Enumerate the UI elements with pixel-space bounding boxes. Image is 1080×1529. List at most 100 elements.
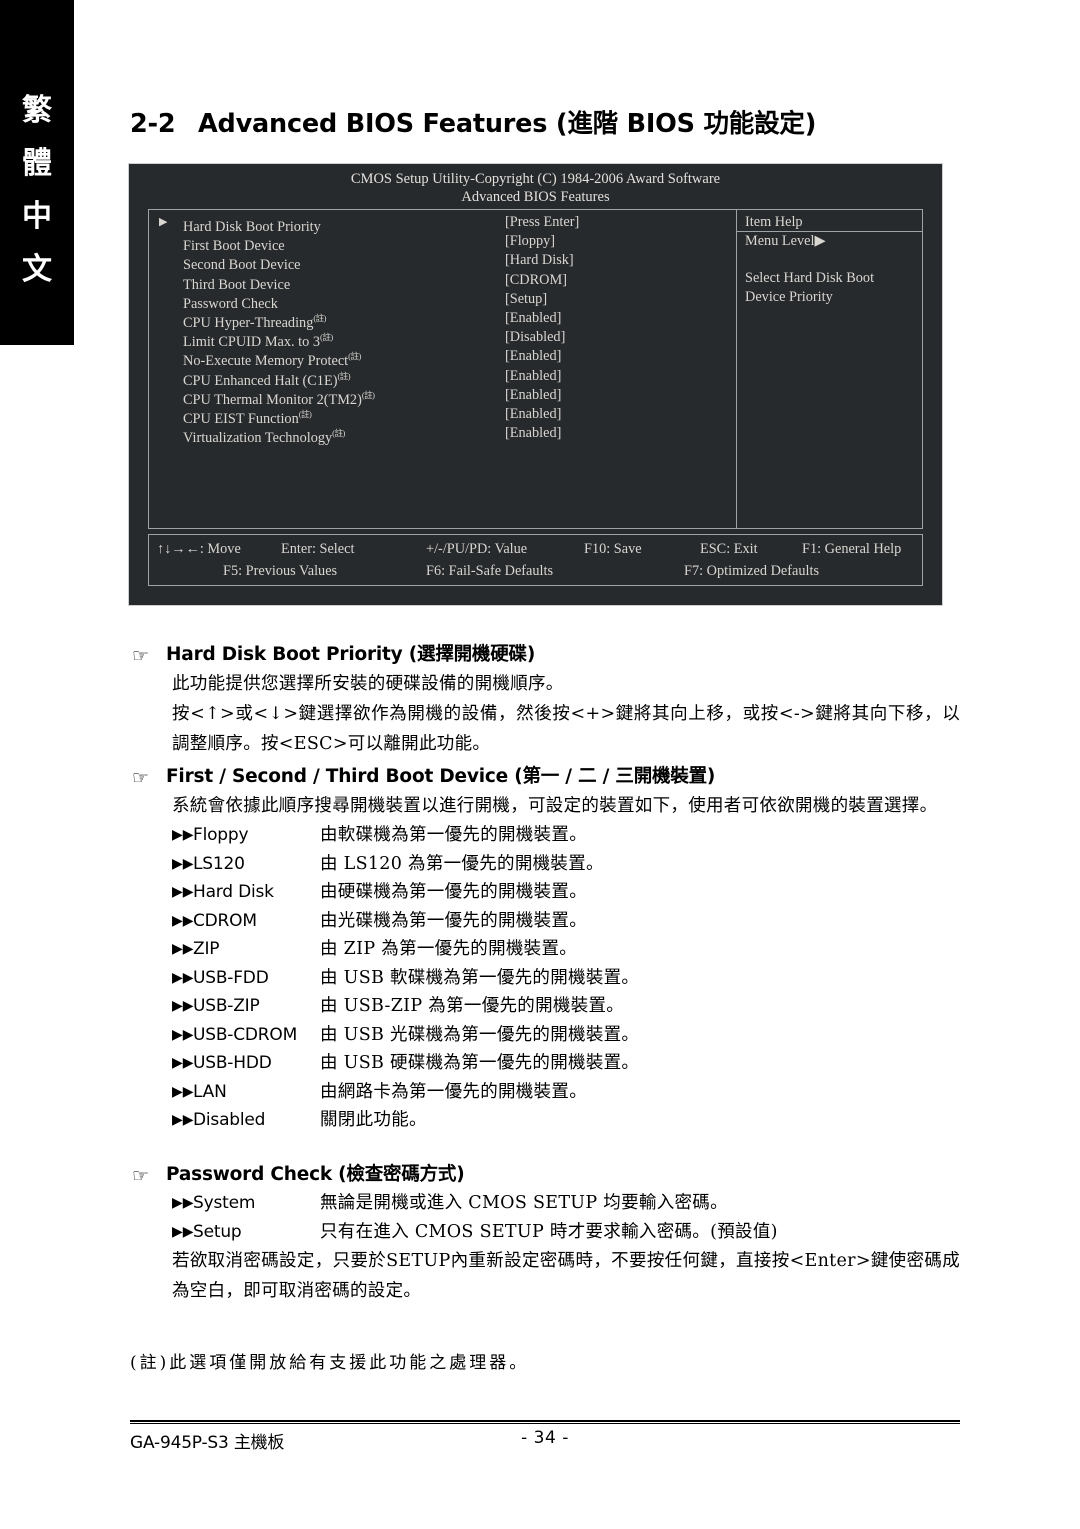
- pointing-hand-icon: ☞: [132, 645, 149, 667]
- double-arrow-icon: ▶▶: [172, 912, 194, 929]
- bios-settings-list: ▶ Hard Disk Boot Priority [Press Enter] …: [149, 210, 736, 528]
- key-f7-optimized: F7: Optimized Defaults: [684, 563, 820, 579]
- bios-item-value[interactable]: [CDROM]: [505, 271, 567, 290]
- section-paragraph: 若欲取消密碼設定，只要於SETUP內重新設定密碼時，不要按任何鍵，直接按<Ent…: [172, 1251, 960, 1301]
- bios-row[interactable]: First Boot Device [Floppy]: [149, 232, 736, 254]
- double-arrow-icon: ▶▶: [172, 998, 194, 1014]
- section-number: 2-2: [130, 109, 176, 139]
- bios-row[interactable]: CPU Hyper-Threading(註) [Enabled]: [149, 309, 736, 331]
- footer-page-number: - 34 -: [521, 1428, 569, 1448]
- bios-setup-screenshot: CMOS Setup Utility-Copyright (C) 1984-20…: [128, 163, 943, 606]
- tab-char-2: 體: [22, 146, 52, 181]
- bios-item-value[interactable]: [Enabled]: [505, 424, 561, 443]
- item-help-title: Item Help: [737, 213, 922, 232]
- language-tab-traditional-chinese: 繁 體 中 文: [0, 0, 74, 345]
- bios-row[interactable]: CPU EIST Function(註) [Enabled]: [149, 405, 736, 427]
- footnote-marker: (註): [332, 428, 345, 439]
- key-f5-previous: F5: Previous Values: [223, 563, 338, 579]
- option-name: Setup: [193, 1221, 242, 1242]
- bios-body: ▶ Hard Disk Boot Priority [Press Enter] …: [148, 209, 923, 529]
- section-heading-text: Hard Disk Boot Priority (選擇開機硬碟): [166, 644, 536, 665]
- option-name: CDROM: [193, 910, 257, 931]
- option-item: ▶▶ USB-HDD 由 USB 硬碟機為第一優先的開機裝置。: [130, 1049, 960, 1078]
- help-text-line: Device Priority: [745, 289, 833, 305]
- option-name: USB-FDD: [193, 967, 269, 988]
- page-title: 2-2 Advanced BIOS Features (進階 BIOS 功能設定): [130, 103, 960, 140]
- bios-row[interactable]: CPU Enhanced Halt (C1E)(註) [Enabled]: [149, 367, 736, 389]
- option-name: Hard Disk: [193, 882, 274, 902]
- tab-char-1: 繁: [22, 93, 52, 128]
- bios-item-help-panel: Item Help Menu Level▶ Select Hard Disk B…: [736, 210, 922, 528]
- option-description: 由 USB 光碟機為第一優先的開機裝置。: [320, 1024, 640, 1045]
- bios-item-value[interactable]: [Floppy]: [505, 232, 555, 251]
- key-move: ↑↓→←: Move: [157, 541, 241, 557]
- document-page: 繁 體 中 文 2-2 Advanced BIOS Features (進階 BI…: [0, 0, 1080, 1529]
- option-item: ▶▶ LAN 由網路卡為第一優先的開機裝置。: [130, 1078, 960, 1107]
- section-heading: ☞ Password Check (檢查密碼方式): [130, 1161, 960, 1189]
- bios-item-value[interactable]: [Enabled]: [505, 386, 561, 405]
- option-description: 由軟碟機為第一優先的開機裝置。: [320, 825, 587, 845]
- option-item: ▶▶ LS120 由 LS120 為第一優先的開機裝置。: [130, 850, 960, 879]
- option-description: 由光碟機為第一優先的開機裝置。: [320, 910, 587, 931]
- section-boot-device: ☞ First / Second / Third Boot Device (第一 …: [130, 763, 960, 1135]
- bios-item-value[interactable]: [Press Enter]: [505, 213, 579, 232]
- double-arrow-icon: ▶▶: [172, 1112, 194, 1128]
- option-item: ▶▶ USB-ZIP 由 USB-ZIP 為第一優先的開機裝置。: [130, 992, 960, 1021]
- option-item: ▶▶ ZIP 由 ZIP 為第一優先的開機裝置。: [130, 935, 960, 964]
- option-item: ▶▶ USB-CDROM 由 USB 光碟機為第一優先的開機裝置。: [130, 1021, 960, 1050]
- key-legend-row-1: ↑↓→←: Move Enter: Select +/-/PU/PD: Valu…: [149, 538, 922, 560]
- option-item: ▶▶ Disabled 關閉此功能。: [130, 1106, 960, 1135]
- bios-row[interactable]: Third Boot Device [CDROM]: [149, 271, 736, 293]
- bios-item-value[interactable]: [Enabled]: [505, 367, 561, 386]
- key-esc-exit: ESC: Exit: [700, 541, 758, 557]
- section-paragraph: 此功能提供您選擇所安裝的硬碟設備的開機順序。: [172, 674, 564, 694]
- bios-item-value[interactable]: [Enabled]: [505, 347, 561, 366]
- option-item: ▶▶ Setup 只有在進入 CMOS SETUP 時才要求輸入密碼。(預設值): [130, 1218, 960, 1247]
- option-description: 由 USB 硬碟機為第一優先的開機裝置。: [320, 1053, 640, 1073]
- option-item: ▶▶ USB-FDD 由 USB 軟碟機為第一優先的開機裝置。: [130, 964, 960, 993]
- bios-row[interactable]: Password Check [Setup]: [149, 290, 736, 312]
- option-item: ▶▶ System 無論是開機或進入 CMOS SETUP 均要輸入密碼。: [130, 1189, 960, 1218]
- bios-item-value[interactable]: [Setup]: [505, 290, 547, 309]
- bios-key-legend: ↑↓→←: Move Enter: Select +/-/PU/PD: Valu…: [148, 534, 923, 586]
- page-footer: GA-945P-S3 主機板 - 34 -: [130, 1428, 960, 1454]
- option-name: USB-ZIP: [193, 996, 260, 1016]
- bios-row[interactable]: Virtualization Technology(註) [Enabled]: [149, 424, 736, 446]
- option-item: ▶▶ Hard Disk 由硬碟機為第一優先的開機裝置。: [130, 878, 960, 907]
- section-paragraph: 按<↑>或<↓>鍵選擇欲作為開機的設備，然後按<+>鍵將其向上移，或按<->鍵將…: [172, 704, 960, 754]
- key-value: +/-/PU/PD: Value: [426, 541, 528, 557]
- bios-row[interactable]: CPU Thermal Monitor 2(TM2)(註) [Enabled]: [149, 386, 736, 408]
- tab-char-3: 中: [22, 199, 52, 234]
- key-f6-failsafe: F6: Fail-Safe Defaults: [426, 563, 554, 579]
- tab-char-4: 文: [22, 252, 52, 287]
- footnote: (註)此選項僅開放給有支援此功能之處理器。: [130, 1353, 530, 1373]
- double-arrow-icon: ▶▶: [172, 827, 194, 843]
- bios-item-value[interactable]: [Disabled]: [505, 328, 565, 347]
- key-enter-select: Enter: Select: [281, 541, 355, 557]
- footnote-marker: (註): [320, 332, 333, 343]
- bios-copyright-title: CMOS Setup Utility-Copyright (C) 1984-20…: [350, 171, 721, 187]
- double-arrow-icon: ▶▶: [172, 1026, 194, 1043]
- section-heading: ☞ First / Second / Third Boot Device (第一 …: [130, 763, 960, 791]
- double-arrow-icon: ▶▶: [172, 1195, 194, 1211]
- option-name: LAN: [193, 1081, 227, 1102]
- option-description: 無論是開機或進入 CMOS SETUP 均要輸入密碼。: [320, 1193, 728, 1213]
- menu-level-label: Menu Level▶: [745, 233, 826, 249]
- option-name: ZIP: [193, 939, 220, 959]
- bios-row[interactable]: Second Boot Device [Hard Disk]: [149, 251, 736, 273]
- bios-item-value[interactable]: [Enabled]: [505, 309, 561, 328]
- bios-item-value[interactable]: [Enabled]: [505, 405, 561, 424]
- bios-row[interactable]: ▶ Hard Disk Boot Priority [Press Enter]: [149, 213, 736, 235]
- section-heading: ☞ Hard Disk Boot Priority (選擇開機硬碟): [130, 641, 960, 669]
- footnote-marker: (註): [348, 351, 361, 362]
- pointing-hand-icon: ☞: [132, 767, 149, 789]
- bios-row[interactable]: Limit CPUID Max. to 3(註) [Disabled]: [149, 328, 736, 350]
- submenu-arrow-icon: ▶: [159, 216, 168, 228]
- key-legend-row-2: F5: Previous Values F6: Fail-Safe Defaul…: [149, 560, 922, 582]
- section-hard-disk-boot-priority: ☞ Hard Disk Boot Priority (選擇開機硬碟) 此功能提供您…: [130, 641, 960, 759]
- option-name: System: [193, 1193, 256, 1213]
- bios-item-value[interactable]: [Hard Disk]: [505, 251, 574, 270]
- bios-row[interactable]: No-Execute Memory Protect(註) [Enabled]: [149, 347, 736, 369]
- double-arrow-icon: ▶▶: [172, 855, 194, 872]
- option-item: ▶▶ Floppy 由軟碟機為第一優先的開機裝置。: [130, 821, 960, 850]
